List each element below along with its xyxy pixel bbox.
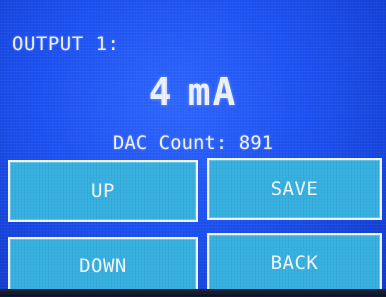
save-button-label: SAVE xyxy=(270,178,319,200)
output-reading: 4 mA xyxy=(0,70,386,114)
output-unit: mA xyxy=(187,70,238,114)
back-button-label: BACK xyxy=(270,252,319,274)
dac-count-value: 891 xyxy=(238,132,274,154)
up-button-label: UP xyxy=(91,180,115,202)
save-button[interactable]: SAVE xyxy=(207,158,382,220)
back-button[interactable]: BACK xyxy=(207,233,382,293)
dac-count: DAC Count: 891 xyxy=(0,132,386,154)
output-value: 4 xyxy=(148,70,174,114)
down-button-label: DOWN xyxy=(79,255,127,277)
output-label: OUTPUT 1: xyxy=(12,33,120,55)
dac-count-label: DAC Count: xyxy=(112,132,228,154)
display-screen: OUTPUT 1: 4 mA DAC Count: 891 UP SAVE DOW… xyxy=(0,0,386,297)
screen-bezel xyxy=(0,289,386,297)
down-button[interactable]: DOWN xyxy=(8,237,198,295)
up-button[interactable]: UP xyxy=(8,160,198,222)
